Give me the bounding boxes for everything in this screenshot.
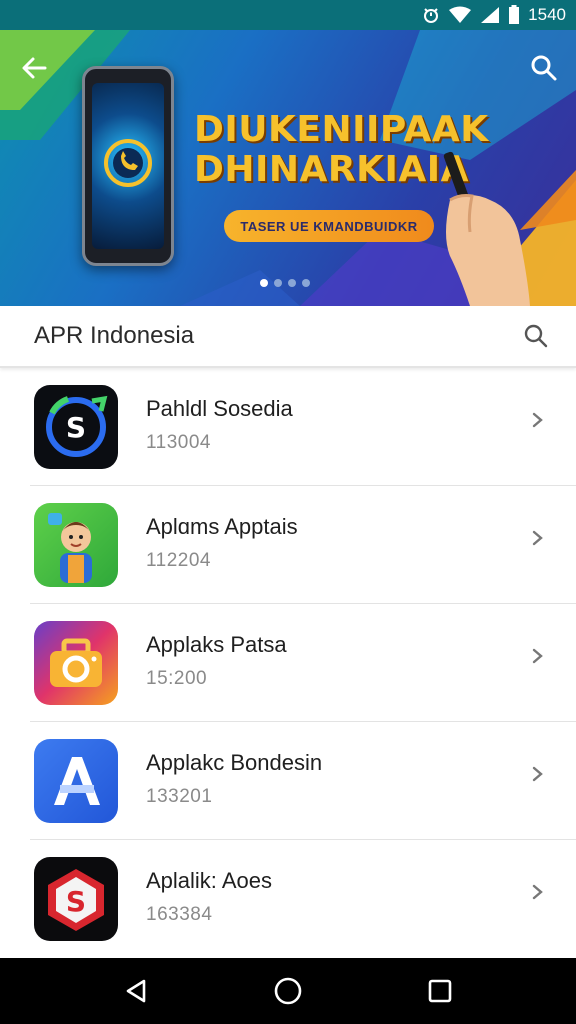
- list-item[interactable]: S Aplalik: Aoes 163384: [0, 840, 576, 958]
- signal-icon: [480, 6, 500, 24]
- app-camera-icon: [34, 621, 118, 705]
- app-name: Aplɑms Apptais: [146, 514, 298, 539]
- list-item[interactable]: Applakc Bondesin 133201: [0, 722, 576, 840]
- app-meta: 163384: [146, 904, 213, 925]
- svg-text:S: S: [66, 411, 86, 444]
- pager-dot[interactable]: [288, 279, 296, 287]
- nav-back-button[interactable]: [112, 967, 160, 1015]
- svg-text:S: S: [66, 885, 86, 918]
- app-meta: 15:200: [146, 668, 208, 689]
- recents-icon: [428, 979, 452, 1003]
- list-item[interactable]: S Pahldl Sosedia 113004: [0, 368, 576, 486]
- app-name: Aplalik: Aoes: [146, 868, 272, 893]
- chevron-right-icon: [532, 648, 543, 664]
- app-meta: 113004: [146, 432, 211, 453]
- nav-home-button[interactable]: [264, 967, 312, 1015]
- list-item[interactable]: Applaks Patsa 15:200: [0, 604, 576, 722]
- banner-search-button[interactable]: [524, 48, 564, 88]
- section-header: APR Indonesia: [0, 306, 576, 368]
- phone-call-icon: [104, 139, 152, 187]
- home-icon: [274, 977, 302, 1005]
- app-name: Applakc Bondesin: [146, 750, 323, 775]
- system-nav-bar: [0, 958, 576, 1024]
- app-s-logo-icon: S: [34, 385, 118, 469]
- list-item[interactable]: Aplɑms Apptais 112204: [0, 486, 576, 604]
- app-name: Applaks Patsa: [146, 632, 287, 657]
- wifi-icon: [448, 6, 472, 24]
- chevron-right-icon: [532, 884, 543, 900]
- chevron-right-icon: [532, 530, 543, 546]
- phone-illustration: [82, 66, 174, 266]
- pager-dot[interactable]: [274, 279, 282, 287]
- battery-icon: [508, 5, 520, 25]
- section-search-button[interactable]: [518, 318, 554, 354]
- pager-dot[interactable]: [260, 279, 268, 287]
- app-letter-a-icon: [34, 739, 118, 823]
- search-icon: [524, 324, 548, 348]
- alarm-icon: [422, 6, 440, 24]
- status-time: 1540: [528, 5, 566, 24]
- banner-pager: [260, 279, 310, 287]
- pager-dot[interactable]: [302, 279, 310, 287]
- banner-tagline: TASER UE KMANDBUIDKR: [224, 210, 434, 242]
- app-character-icon: [34, 503, 118, 587]
- hand-stylus-illustration: [443, 151, 530, 306]
- section-title: APR Indonesia: [34, 322, 195, 349]
- back-button[interactable]: [14, 48, 54, 88]
- app-list: S Pahldl Sosedia 113004 Aplɑms Apptais 1…: [0, 368, 576, 958]
- promo-banner[interactable]: DIUKENIIPAAK DHINARKIAIA TASER UE KMANDB…: [0, 30, 576, 306]
- chevron-right-icon: [532, 412, 543, 428]
- search-icon: [531, 55, 557, 81]
- back-icon: [126, 979, 146, 1003]
- arrow-left-icon: [22, 57, 47, 79]
- app-meta: 112204: [146, 550, 211, 571]
- app-meta: 133201: [146, 786, 213, 807]
- status-bar: 1540: [0, 0, 576, 30]
- nav-recents-button[interactable]: [416, 967, 464, 1015]
- app-name: Pahldl Sosedia: [146, 396, 293, 421]
- chevron-right-icon: [532, 766, 543, 782]
- app-s-badge-icon: S: [34, 857, 118, 941]
